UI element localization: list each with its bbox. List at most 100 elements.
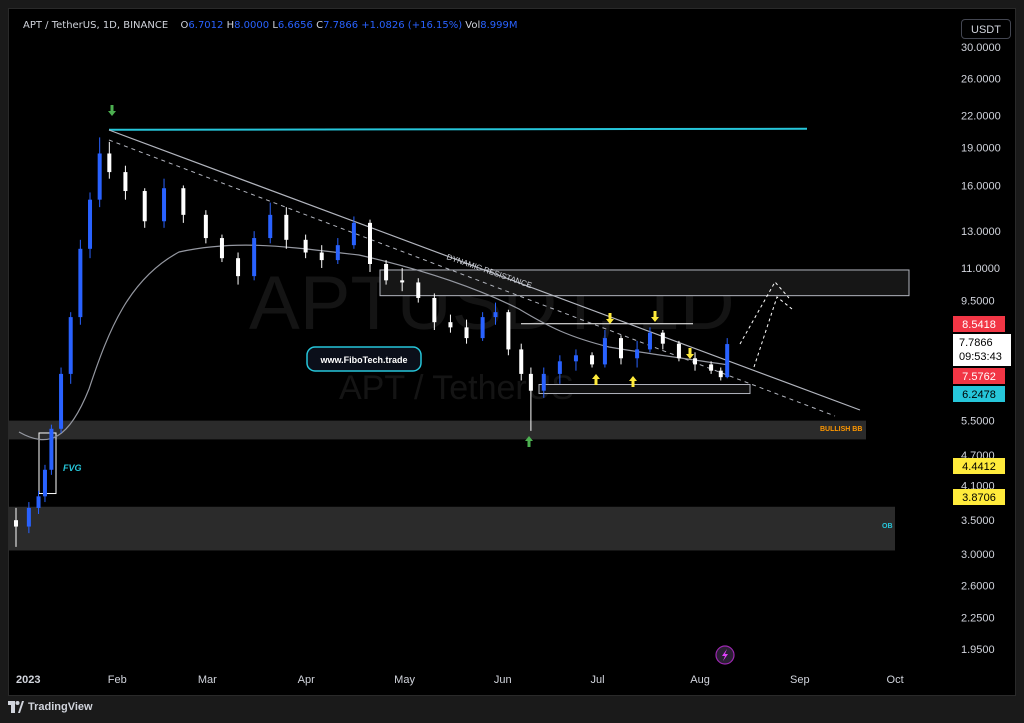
candle-body [676,343,681,359]
candle-body [88,199,93,249]
bullish-bb-zone [9,420,866,440]
yellow-down-arrow-icon [686,348,694,359]
close-value: 7.7866 [323,20,359,31]
volume-value: 8.999M [480,20,518,31]
price-tick-label: 11.0000 [961,263,1000,275]
change-value: +1.0826 (+16.15%) [361,20,463,31]
price-tick-label: 3.5000 [961,515,995,527]
time-tick-label: May [394,674,415,686]
time-tick-label: 2023 [16,674,40,686]
candle-body [162,188,167,222]
high-label: H [226,20,235,31]
symbol-legend[interactable]: APT / TetherUS, 1D, BINANCE O6.7012 H8.0… [23,20,518,31]
candle-body [384,263,389,281]
low-value: 6.6656 [277,20,313,31]
price-tick-label: 22.0000 [961,110,1001,122]
candle-body [647,332,652,350]
time-tick-label: Sep [790,674,810,686]
time-tick-label: Aug [690,674,710,686]
time-tick-label: Jun [494,674,512,686]
time-tick-label: Oct [887,674,904,686]
candle-body [26,507,31,527]
badge-blue: 6.2478 [962,389,996,401]
badge-countdown: 09:53:43 [959,351,1002,363]
price-tick-label: 2.6000 [961,581,995,593]
candle-body [236,258,241,277]
price-chart[interactable]: APTUSDT, 1D APT / TetherUS DYNAMIC RESIS… [9,9,1015,695]
candle-body [351,222,356,246]
candle-body [42,469,47,497]
candle-body [718,370,723,378]
price-tick-label: 26.0000 [961,74,1001,86]
chart-window: APTUSDT, 1D APT / TetherUS DYNAMIC RESIS… [0,0,1024,723]
candle-body [181,188,186,215]
badge-current-price: 7.7866 [959,337,993,349]
candle-body [493,312,498,318]
candle-body [59,373,64,429]
badge-red-low: 7.5762 [962,371,996,383]
price-tick-label: 5.5000 [961,416,995,428]
time-tick-label: Jul [590,674,604,686]
price-tick-label: 1.9500 [961,644,995,656]
candle-body [78,248,83,318]
candle-body [480,317,485,339]
candle-body [506,312,511,350]
candle-body [557,361,562,374]
candle-body [541,373,546,391]
ob-zone [9,506,895,551]
badge-red-high: 8.5418 [962,319,996,331]
candle-body [590,355,595,365]
price-tick-label: 3.0000 [961,549,995,561]
candle-body [367,222,372,264]
open-value: 6.7012 [188,20,224,31]
volume-label: Vol [465,20,481,31]
candle-body [303,239,308,253]
price-tick-label: 16.0000 [961,180,1001,192]
candle-body [416,282,421,298]
candle-body [635,349,640,359]
green-down-arrow-icon [108,105,116,116]
candle-body [252,238,257,277]
close-label: C [316,20,324,31]
tradingview-brand[interactable]: TradingView [28,701,93,713]
website-badge[interactable]: www.FiboTech.trade [306,346,422,372]
time-tick-label: Feb [108,674,127,686]
candle-body [284,214,289,240]
chart-pane[interactable]: APTUSDT, 1D APT / TetherUS DYNAMIC RESIS… [8,8,1016,696]
candle-body [528,373,533,391]
candle-body [709,364,714,371]
candle-body [203,214,208,239]
symbol-title[interactable]: APT / TetherUS, 1D, BINANCE [23,20,168,31]
time-tick-label: Apr [298,674,315,686]
candle-body [335,245,340,261]
tradingview-logo-icon[interactable] [8,701,24,713]
high-value: 8.0000 [234,20,270,31]
candle-body [97,153,102,200]
candle-body [49,428,54,470]
lightning-icon[interactable] [715,645,735,665]
candle-body [14,520,18,527]
candle-body [619,338,624,359]
candle-body [36,496,41,508]
badge-yellow-2: 3.8706 [962,492,996,504]
candle-body [573,355,578,362]
candle-body [519,349,524,374]
price-tick-label: 19.0000 [961,143,1001,155]
candle-body [432,297,437,323]
candle-body [725,344,730,378]
candle-body [660,332,665,344]
candle-body [107,153,112,173]
badge-yellow-1: 4.4412 [962,461,996,473]
fvg-label: FVG [63,463,82,473]
range-box [538,384,751,395]
candle-body [268,214,273,239]
cyan-resistance-line [108,127,808,131]
bullish-bb-label: BULLISH BB [820,426,862,433]
price-tick-label: 30.0000 [961,42,1001,54]
time-axis[interactable]: 2023 Feb Mar Apr May Jun Jul Aug Sep Oct [16,674,904,686]
upper-zone [379,269,910,297]
currency-button[interactable]: USDT [961,19,1011,39]
candle-body [448,322,453,328]
projection-arrow-2 [753,296,793,368]
candle-body [602,338,607,365]
